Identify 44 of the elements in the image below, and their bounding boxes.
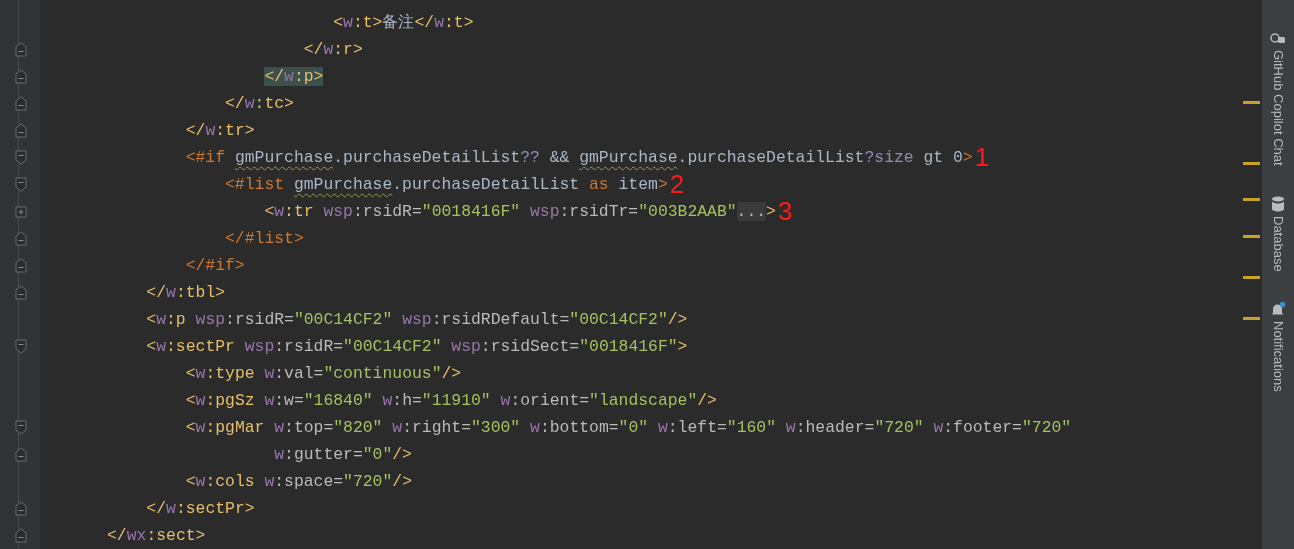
code-line: <w:pgSz w:w="16840" w:h="11910" w:orient="landscape"/> (184, 390, 717, 412)
annotation-number: 2 (669, 171, 685, 198)
fold-icon[interactable] (14, 528, 27, 543)
annotation-number: 1 (974, 144, 990, 171)
code-line: <#list gmPurchase.purchaseDetailList as item> (224, 174, 668, 196)
code-line: </#list> (224, 228, 304, 250)
annotation-number: 3 (777, 198, 793, 225)
code-line: <w:pgMar w:top="820" w:right="300" w:bottom="0" w:left="160" w:header="720" w:footer="720" (184, 417, 1072, 439)
code-line: </w:tc> (224, 93, 294, 115)
fold-icon[interactable] (14, 231, 27, 246)
fold-icon[interactable] (14, 420, 27, 435)
fold-icon[interactable] (14, 177, 27, 192)
code-line: <w:p wsp:rsidR="00C14CF2" wsp:rsidRDefault="00C14CF2"/> (145, 309, 688, 331)
fold-icon[interactable] (14, 339, 27, 354)
fold-icon[interactable] (14, 69, 27, 84)
code-line: </w:sectPr> (145, 498, 255, 520)
chat-icon[interactable] (1270, 32, 1286, 46)
code-line: </w:r> (302, 39, 363, 61)
bell-icon[interactable] (1270, 301, 1286, 318)
fold-icon[interactable] (14, 42, 27, 57)
code-line: </w:tbl> (145, 282, 226, 304)
code-line: </w:tr> (184, 120, 255, 142)
code-line: <w:cols w:space="720"/> (184, 471, 412, 493)
code-line: <#if gmPurchase.purchaseDetailList?? && gmPurchase.purchaseDetailList?size gt 0> (184, 147, 973, 169)
fold-icon[interactable] (14, 96, 27, 111)
code-line: <w:t>备注</w:t> (332, 12, 474, 34)
code-line: <w:tr wsp:rsidR="0018416F" wsp:rsidTr="003B2AAB"...> (263, 201, 776, 223)
code-line: <w:sectPr wsp:rsidR="00C14CF2" wsp:rsidSect="0018416F"> (145, 336, 688, 358)
fold-icon[interactable] (14, 150, 27, 165)
fold-icon[interactable] (14, 285, 27, 300)
fold-icon[interactable] (14, 123, 27, 138)
tool-window-tab[interactable]: Notifications (1268, 321, 1288, 393)
code-line: w:gutter="0"/> (273, 444, 412, 466)
unfold-icon[interactable] (14, 205, 27, 218)
tool-window-tab[interactable]: Database (1268, 215, 1288, 272)
fold-icon[interactable] (14, 258, 27, 273)
code-line: </w:p> (263, 66, 324, 88)
tool-window-tab[interactable]: GitHub Copilot Chat (1268, 50, 1288, 166)
database-icon[interactable] (1271, 195, 1285, 212)
fold-icon[interactable] (14, 501, 27, 516)
code-line: </wx:sect> (107, 525, 206, 547)
fold-icon[interactable] (14, 447, 27, 462)
code-line: <w:type w:val="continuous"/> (184, 363, 462, 385)
code-line: </#if> (184, 255, 245, 277)
